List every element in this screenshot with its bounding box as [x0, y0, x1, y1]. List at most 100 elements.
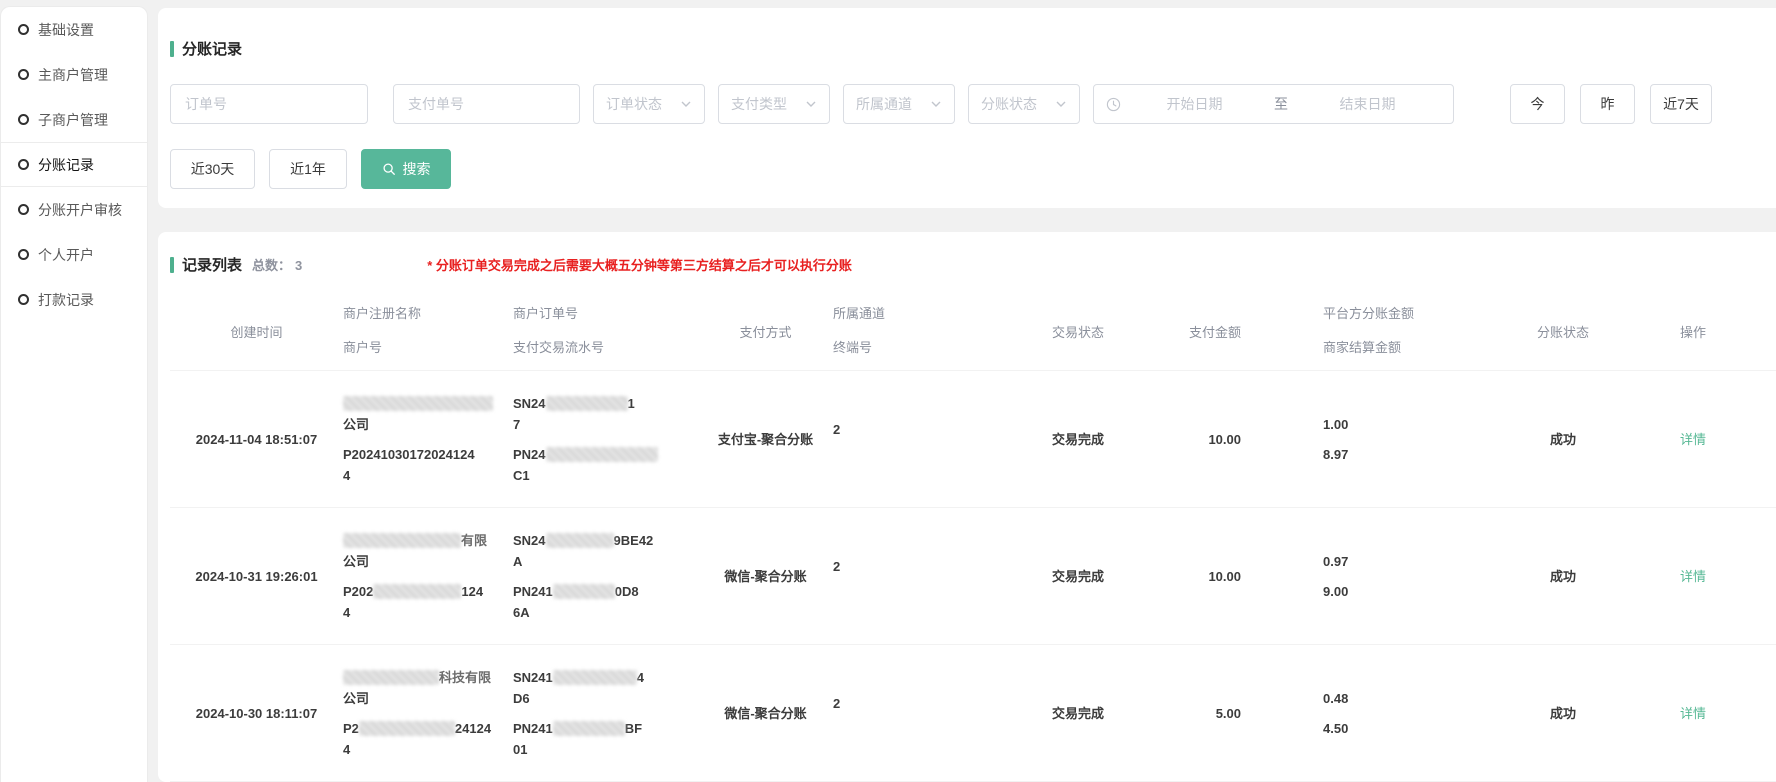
col-platform-split: 平台方分账金额 — [1323, 303, 1488, 322]
chevron-down-icon — [805, 98, 817, 110]
detail-link[interactable]: 详情 — [1680, 569, 1706, 584]
merchant-no-line2: 4 — [343, 465, 513, 486]
sidebar-item-main-merchant[interactable]: 主商户管理 — [1, 52, 147, 97]
pay-method-cell: 微信-聚合分账 — [698, 703, 833, 724]
sidebar-item-split-records[interactable]: 分账记录 — [1, 142, 147, 187]
merchant-no-line1: P20241030172024124 — [343, 444, 513, 465]
col-split-amount: 平台方分账金额 商家结算金额 — [1298, 293, 1488, 370]
created-cell: 2024-10-31 19:26:01 — [170, 566, 343, 587]
merchant-no-prefix: P2 — [343, 721, 359, 736]
col-order-no: 商户订单号 — [513, 303, 698, 322]
merchant-name-line2: 公司 — [343, 551, 513, 572]
terminal-cell: 2 — [833, 566, 1008, 587]
split-amount-cell: 0.48 4.50 — [1298, 688, 1488, 739]
merchant-cell: 公司 P20241030172024124 4 — [343, 393, 513, 486]
accent-bar — [170, 257, 174, 273]
col-order: 商户订单号 支付交易流水号 — [513, 293, 698, 370]
order-cell: SN249BE42 A PN2410D8 6A — [513, 530, 698, 623]
order-status-select[interactable]: 订单状态 — [593, 84, 705, 124]
sidebar-item-personal-account[interactable]: 个人开户 — [1, 232, 147, 277]
table-row: 2024-10-31 19:26:01 有限 公司 P202124 4 — [170, 508, 1776, 645]
sidebar-item-label: 个人开户 — [38, 245, 94, 265]
page-title-text: 分账记录 — [182, 38, 242, 59]
col-pay-method: 支付方式 — [698, 293, 833, 370]
pay-method-cell: 微信-聚合分账 — [698, 566, 833, 587]
platform-split-value: 0.97 — [1323, 551, 1488, 572]
total-caption: 总数： — [252, 258, 291, 273]
merchant-name-tail: 有限 — [461, 533, 487, 548]
created-cell: 2024-10-30 18:11:07 — [170, 703, 343, 724]
search-icon — [382, 162, 396, 176]
sidebar-item-label: 打款记录 — [38, 290, 94, 310]
flow-line2: 01 — [513, 739, 698, 760]
merchant-cell: 科技有限 公司 P224124 4 — [343, 667, 513, 760]
flow-prefix: PN241 — [513, 584, 553, 599]
chevron-down-icon — [680, 98, 692, 110]
redacted-text — [343, 396, 493, 411]
total-value: 3 — [295, 258, 302, 273]
circle-icon — [18, 69, 29, 80]
trade-status-cell: 交易完成 — [1008, 703, 1148, 724]
order-cell: SN2414 D6 PN241BF 01 — [513, 667, 698, 760]
merchant-settle-value: 9.00 — [1323, 581, 1488, 602]
sidebar-item-payout-records[interactable]: 打款记录 — [1, 277, 147, 322]
last1year-button[interactable]: 近1年 — [269, 149, 347, 189]
order-prefix: SN24 — [513, 533, 546, 548]
merchant-name-line2: 公司 — [343, 414, 513, 435]
col-trade-status: 交易状态 — [1008, 293, 1148, 370]
order-suffix: 4 — [637, 670, 644, 685]
filter-row-1: 订单状态 支付类型 所属通道 分账状态 — [170, 84, 1776, 124]
order-prefix: SN241 — [513, 670, 553, 685]
col-terminal-label: 终端号 — [833, 337, 1008, 356]
platform-split-value: 0.48 — [1323, 688, 1488, 709]
pay-type-select[interactable]: 支付类型 — [718, 84, 830, 124]
order-cell: SN241 7 PN24 C1 — [513, 393, 698, 486]
yesterday-button[interactable]: 昨 — [1580, 84, 1635, 124]
col-action: 操作 — [1638, 293, 1748, 370]
date-range-picker[interactable]: 开始日期 至 结束日期 — [1093, 84, 1454, 124]
redacted-text — [553, 670, 637, 685]
sidebar-item-base-settings[interactable]: 基础设置 — [1, 7, 147, 52]
sidebar-item-sub-merchant[interactable]: 子商户管理 — [1, 97, 147, 142]
start-date-placeholder[interactable]: 开始日期 — [1121, 94, 1268, 114]
merchant-no-suffix: 124 — [461, 584, 483, 599]
flow-prefix: PN241 — [513, 721, 553, 736]
terminal-cell: 2 — [833, 429, 1008, 450]
circle-icon — [18, 249, 29, 260]
col-pay-amount: 支付金额 — [1148, 293, 1298, 370]
sidebar-item-split-account-review[interactable]: 分账开户审核 — [1, 187, 147, 232]
last7days-button[interactable]: 近7天 — [1650, 84, 1712, 124]
merchant-name-line2: 公司 — [343, 688, 513, 709]
flow-suffix: 0D8 — [615, 584, 639, 599]
today-button[interactable]: 今 — [1510, 84, 1565, 124]
merchant-settle-value: 8.97 — [1323, 444, 1488, 465]
channel-select[interactable]: 所属通道 — [843, 84, 955, 124]
pay-no-input[interactable] — [393, 84, 580, 124]
table-header: 创建时间 商户注册名称 商户号 商户订单号 支付交易流水号 支付方式 所属通道 … — [170, 293, 1776, 371]
trade-status-cell: 交易完成 — [1008, 429, 1148, 450]
merchant-cell: 有限 公司 P202124 4 — [343, 530, 513, 623]
split-status-cell: 成功 — [1488, 429, 1638, 450]
col-merchant-no: 商户号 — [343, 337, 513, 356]
flow-suffix: BF — [625, 721, 642, 736]
created-cell: 2024-11-04 18:51:07 — [170, 429, 343, 450]
last30days-button[interactable]: 近30天 — [170, 149, 255, 189]
accent-bar — [170, 41, 174, 57]
split-status-select[interactable]: 分账状态 — [968, 84, 1080, 124]
redacted-text — [343, 670, 439, 685]
detail-link[interactable]: 详情 — [1680, 706, 1706, 721]
circle-icon — [18, 159, 29, 170]
chevron-down-icon — [930, 98, 942, 110]
search-button[interactable]: 搜索 — [361, 149, 451, 189]
order-prefix: SN24 — [513, 396, 546, 411]
order-no-input[interactable] — [170, 84, 368, 124]
end-date-placeholder[interactable]: 结束日期 — [1294, 94, 1441, 114]
redacted-text — [546, 533, 614, 548]
sidebar-item-label: 分账开户审核 — [38, 200, 122, 220]
detail-link[interactable]: 详情 — [1680, 432, 1706, 447]
select-value: 所属通道 — [856, 94, 912, 114]
table-row: 2024-10-30 18:11:07 科技有限 公司 P224124 4 — [170, 645, 1776, 782]
sidebar-item-label: 分账记录 — [38, 155, 94, 175]
merchant-no-line2: 4 — [343, 739, 513, 760]
circle-icon — [18, 114, 29, 125]
